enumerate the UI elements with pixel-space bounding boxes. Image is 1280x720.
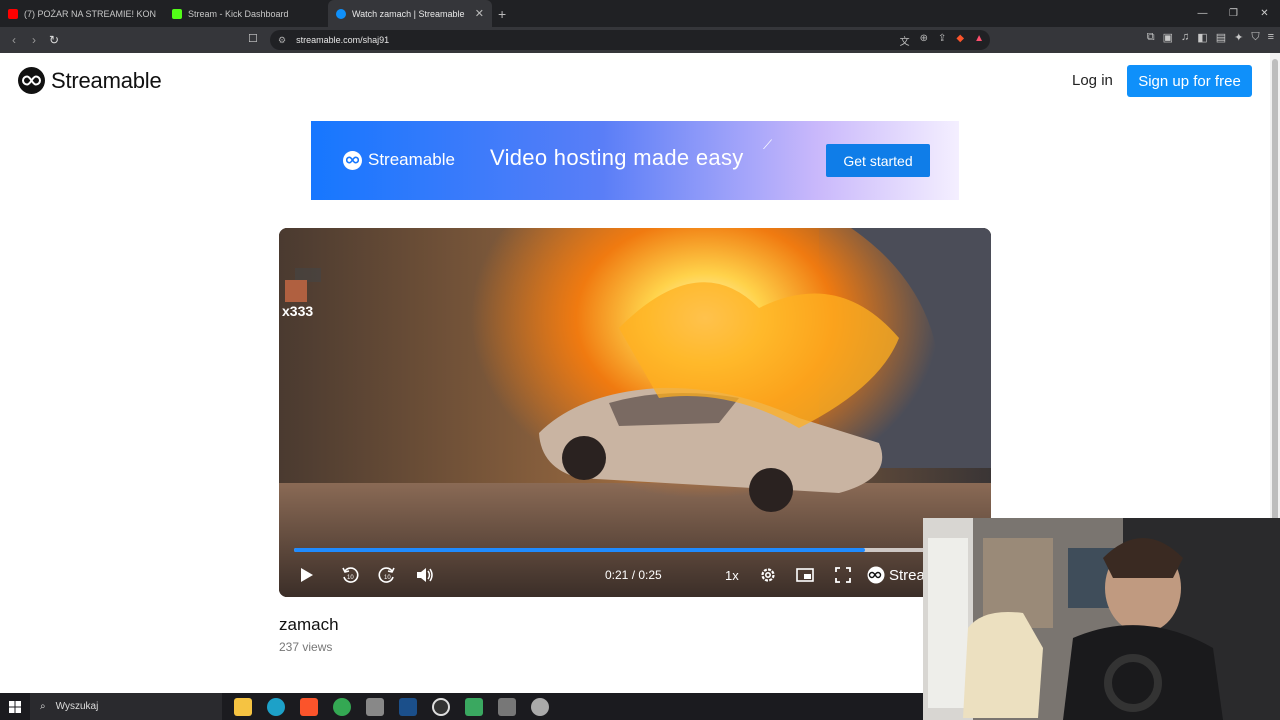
- extensions-bar: ⧉ ▣ ♫ ◧ ▤ ✦ ⛉ ≡: [1147, 31, 1274, 44]
- svg-text:10: 10: [384, 575, 391, 581]
- media-icon[interactable]: ♫: [1181, 31, 1189, 44]
- browser-tab-kick[interactable]: Stream - Kick Dashboard: [164, 0, 328, 27]
- webcam-feed: [923, 518, 1280, 720]
- sparkle-icon: ⟋: [763, 137, 773, 152]
- steam-icon[interactable]: [399, 697, 417, 716]
- play-icon[interactable]: [297, 558, 317, 592]
- app-icon[interactable]: [498, 697, 516, 716]
- banner-logo: Streamable: [343, 150, 455, 170]
- app-icon[interactable]: [531, 697, 549, 716]
- app-icon[interactable]: [465, 697, 483, 716]
- streamable-logo-icon: [18, 67, 45, 94]
- logo-text: Streamable: [51, 67, 162, 93]
- overlay-text: x333: [282, 303, 313, 318]
- url-text: streamable.com/shaj91: [296, 35, 390, 45]
- progress-bar[interactable]: [294, 548, 974, 552]
- taskbar-apps: [234, 697, 549, 716]
- video-title: zamach: [279, 615, 339, 634]
- browser-tab-bar: (7) POŻAR NA STREAMIE! KONIEC PA Stream …: [0, 0, 1280, 27]
- close-icon[interactable]: ✕: [1249, 0, 1280, 27]
- minimize-icon[interactable]: —: [1187, 0, 1218, 27]
- get-started-button[interactable]: Get started: [826, 144, 930, 177]
- streamable-logo-icon: [867, 566, 885, 584]
- volume-icon[interactable]: [414, 558, 436, 592]
- banner-logo-text: Streamable: [368, 150, 455, 169]
- vpn-icon[interactable]: ⛉: [1251, 31, 1259, 44]
- settings-gear-icon[interactable]: [757, 558, 779, 592]
- edge-icon[interactable]: [267, 697, 285, 716]
- promo-banner[interactable]: Streamable Video hosting made easy ⟋ Get…: [311, 121, 959, 200]
- share-icon[interactable]: ⇪: [938, 33, 946, 48]
- os-taskbar: ⌕ Wyszukaj: [0, 693, 923, 720]
- forward-icon[interactable]: ›: [24, 30, 44, 50]
- brave-icon[interactable]: [300, 697, 318, 716]
- taskbar-search[interactable]: ⌕ Wyszukaj: [30, 693, 222, 720]
- player-brand-link[interactable]: Strea: [867, 566, 925, 584]
- brave-rewards-icon[interactable]: ▲: [974, 33, 984, 48]
- time-display: 0:21 / 0:25: [605, 568, 662, 582]
- tab-title: Watch zamach | Streamable: [352, 8, 465, 19]
- app-icon[interactable]: [366, 697, 384, 716]
- svg-text:10: 10: [347, 575, 354, 581]
- translate-icon[interactable]: 文: [900, 33, 910, 48]
- search-icon: ⌕: [40, 701, 46, 712]
- restore-icon[interactable]: ❐: [1218, 0, 1249, 27]
- player-brand-text: Strea: [889, 566, 925, 584]
- site-logo[interactable]: Streamable: [18, 67, 162, 94]
- taskbar-search-placeholder: Wyszukaj: [55, 701, 99, 712]
- back-icon[interactable]: ‹: [4, 30, 24, 50]
- reload-icon[interactable]: ↻: [44, 30, 64, 50]
- zoom-icon[interactable]: ⊕: [920, 33, 928, 48]
- plus-icon[interactable]: +: [498, 6, 506, 22]
- extensions-icon[interactable]: ⧉: [1147, 31, 1155, 44]
- menu-icon[interactable]: ≡: [1268, 31, 1274, 44]
- progress-played: [294, 548, 866, 552]
- banner-tagline: Video hosting made easy: [490, 145, 744, 170]
- rewind-10-icon[interactable]: 10: [339, 558, 361, 592]
- view-count: 237 views: [279, 640, 333, 654]
- tab-title: (7) POŻAR NA STREAMIE! KONIEC PA: [24, 8, 156, 19]
- forward-10-icon[interactable]: 10: [376, 558, 398, 592]
- file-explorer-icon[interactable]: [234, 697, 252, 716]
- address-bar[interactable]: ⚙ streamable.com/shaj91 文 ⊕ ⇪ ◆ ▲: [270, 30, 990, 50]
- streamable-favicon-icon: [336, 8, 346, 19]
- login-link[interactable]: Log in: [1072, 72, 1113, 89]
- youtube-favicon-icon: [8, 8, 18, 19]
- leo-ai-icon[interactable]: ✦: [1234, 31, 1243, 44]
- video-player[interactable]: x333 10 10 0:21 / 0:25 1x Strea: [279, 228, 991, 597]
- brave-shield-icon[interactable]: ◆: [956, 33, 964, 48]
- picture-in-picture-icon[interactable]: [794, 558, 816, 592]
- wallet-icon[interactable]: ▤: [1216, 31, 1226, 44]
- tab-search-icon[interactable]: ▣: [1163, 31, 1173, 44]
- chrome-icon[interactable]: [333, 697, 351, 716]
- tab-title: Stream - Kick Dashboard: [188, 8, 289, 19]
- playback-speed-button[interactable]: 1x: [725, 568, 739, 583]
- close-tab-icon[interactable]: ✕: [475, 7, 484, 20]
- browser-tab-youtube[interactable]: (7) POŻAR NA STREAMIE! KONIEC PA: [0, 0, 164, 27]
- window-controls: — ❐ ✕: [1187, 0, 1280, 27]
- browser-tab-streamable[interactable]: Watch zamach | Streamable ✕: [328, 0, 492, 27]
- url-actions: 文 ⊕ ⇪ ◆ ▲: [900, 33, 984, 48]
- fullscreen-icon[interactable]: [832, 558, 854, 592]
- kick-favicon-icon: [172, 8, 182, 19]
- video-frame: [279, 228, 991, 597]
- stream-overlay-badge: x333: [282, 268, 321, 318]
- player-controls: 10 10 0:21 / 0:25 1x Strea: [279, 558, 991, 592]
- signup-button[interactable]: Sign up for free: [1127, 65, 1252, 97]
- streamable-logo-icon: [343, 150, 362, 170]
- webcam-overlay: [923, 518, 1280, 720]
- site-settings-icon[interactable]: ⚙: [278, 35, 286, 46]
- bookmark-icon[interactable]: ☐: [248, 32, 258, 45]
- obs-icon[interactable]: [432, 697, 450, 716]
- windows-start-icon[interactable]: [0, 700, 30, 713]
- sidebar-icon[interactable]: ◧: [1197, 31, 1207, 44]
